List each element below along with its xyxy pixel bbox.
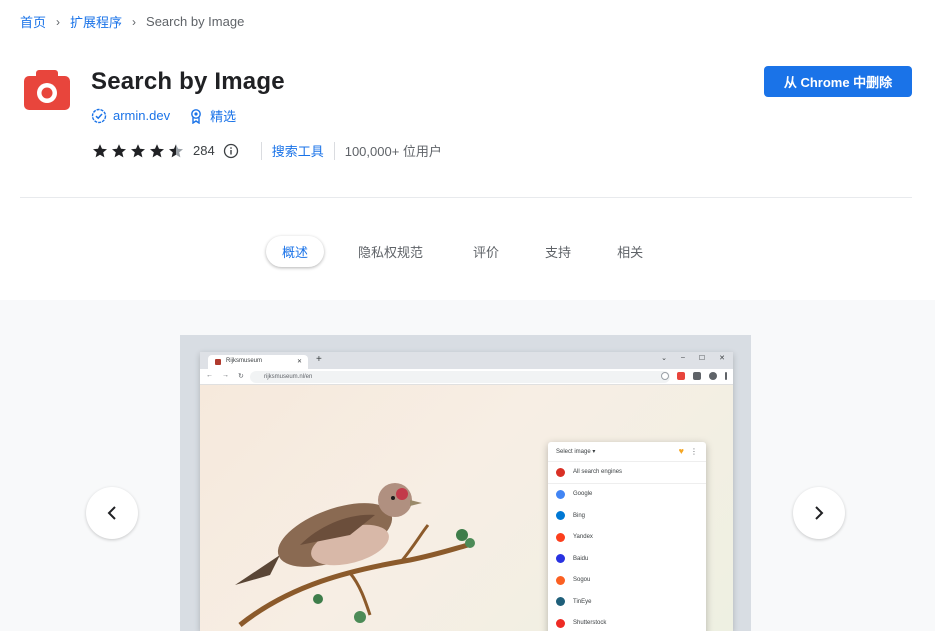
info-icon[interactable] [223,143,239,159]
star-icon [93,143,107,157]
browser-tabbar: Rijksmuseum ✕ + ⌄ – ☐ ✕ [200,352,733,369]
close-icon: ✕ [719,355,725,362]
engine-label: TinEye [573,598,592,605]
star-icon [131,143,145,157]
google-icon [556,489,565,499]
engine-item: Baidu [548,548,706,570]
publisher-link[interactable]: armin.dev [113,108,170,123]
remove-from-chrome-button[interactable]: 从 Chrome 中删除 [764,66,912,97]
verified-badge-icon [91,108,107,123]
extension-camera-icon [677,372,685,380]
avatar-icon [709,372,717,380]
tab-privacy[interactable]: 隐私权规范 [342,236,439,267]
bird-painting-image [235,483,475,627]
section-divider [20,197,912,198]
engine-item: All search engines [548,462,706,484]
nav-icons: ← → ↻ [206,372,244,380]
engine-label: Bing [573,512,586,519]
back-icon: ← [206,372,213,379]
minimize-icon: – [680,354,685,361]
carousel-next-button[interactable] [793,487,845,539]
close-icon: ✕ [296,359,302,365]
reload-icon: ↻ [238,373,244,380]
toolbar-icons [661,372,727,380]
engine-list: All search engines Google Bing Yandex Baidu S… [548,462,706,631]
breadcrumb-extensions-link[interactable]: 扩展程序 [70,12,122,31]
divider [260,141,262,160]
browser-window-preview: Rijksmuseum ✕ + ⌄ – ☐ ✕ ← → ↻ rijksmuseu… [200,352,733,631]
search-engine-popup: Select image ▾ ♥ ⋮ All search engines Goo… [548,442,706,631]
users-count: 100,000+ 位用户 [344,144,442,159]
yandex-icon [556,532,565,542]
select-image-dropdown: Select image ▾ [556,449,596,455]
gallery-screenshot: Rijksmuseum ✕ + ⌄ – ☐ ✕ ← → ↻ rijksmuseu… [180,335,751,631]
browser-tab-title: Rijksmuseum [226,358,263,364]
breadcrumb-home-link[interactable]: 首页 [20,12,46,31]
more-vert-icon [725,372,727,380]
engine-item: Shutterstock [548,613,706,631]
maximize-icon: ☐ [698,355,706,362]
divider [333,141,335,160]
chevron-right-icon: › [56,14,61,29]
baidu-icon [556,554,565,564]
shutterstock-icon [556,618,565,628]
engine-label: Shutterstock [573,620,607,627]
featured-ribbon-icon [191,108,201,124]
star-icon [169,143,183,157]
engine-item: Google [548,484,706,506]
engine-label: All search engines [573,469,623,476]
forward-icon: → [222,372,229,379]
star-icon [112,143,126,157]
rating-stars [92,143,187,159]
heart-icon: ♥ [678,446,684,456]
engine-item: Yandex [548,527,706,549]
engine-label: Yandex [573,534,593,541]
chevron-right-icon: › [132,14,137,29]
browser-tab: Rijksmuseum ✕ [208,355,308,369]
publisher-row: armin.dev 精选 [91,106,236,125]
engine-label: Google [573,491,593,498]
rating-row: 284 搜索工具 100,000+ 位用户 [92,141,442,160]
extension-camera-icon [24,68,70,112]
window-controls: ⌄ – ☐ ✕ [661,354,725,362]
star-icon [661,372,669,380]
popup-header: Select image ▾ ♥ ⋮ [548,442,706,462]
tab-related[interactable]: 相关 [601,236,659,267]
address-bar: rijksmuseum.nl/en [250,371,670,383]
category-link[interactable]: 搜索工具 [272,141,324,160]
chevron-right-icon [815,506,824,520]
tineye-icon [556,597,565,607]
tab-reviews[interactable]: 评价 [457,236,515,267]
sogou-icon [556,575,565,585]
engine-label: Baidu [573,555,589,562]
breadcrumb-current: Search by Image [146,14,245,29]
engine-item: Sogou [548,570,706,592]
tab-overview[interactable]: 概述 [266,236,325,267]
engine-item: TinEye [548,591,706,613]
breadcrumb: 首页 › 扩展程序 › Search by Image [20,12,244,31]
more-vert-icon: ⋮ [690,447,698,456]
engine-label: Sogou [573,577,591,584]
star-icon [150,143,164,157]
new-tab-icon: + [316,354,322,365]
extension-title: Search by Image [91,68,285,95]
tab-support[interactable]: 支持 [529,236,587,267]
all-engines-icon [556,467,565,477]
rating-count: 284 [193,143,215,158]
detail-tabs: 概述 隐私权规范 评价 支持 相关 [266,236,659,267]
chevron-left-icon [107,506,116,520]
featured-label[interactable]: 精选 [210,106,236,125]
engine-item: Bing [548,505,706,527]
carousel-prev-button[interactable] [86,487,138,539]
favicon-icon [215,359,221,365]
bing-icon [556,511,565,521]
chevron-down-icon: ⌄ [661,355,667,362]
browser-toolbar: ← → ↻ rijksmuseum.nl/en [200,369,733,385]
puzzle-icon [693,372,701,380]
museum-page: Select image ▾ ♥ ⋮ All search engines Goo… [200,385,733,631]
